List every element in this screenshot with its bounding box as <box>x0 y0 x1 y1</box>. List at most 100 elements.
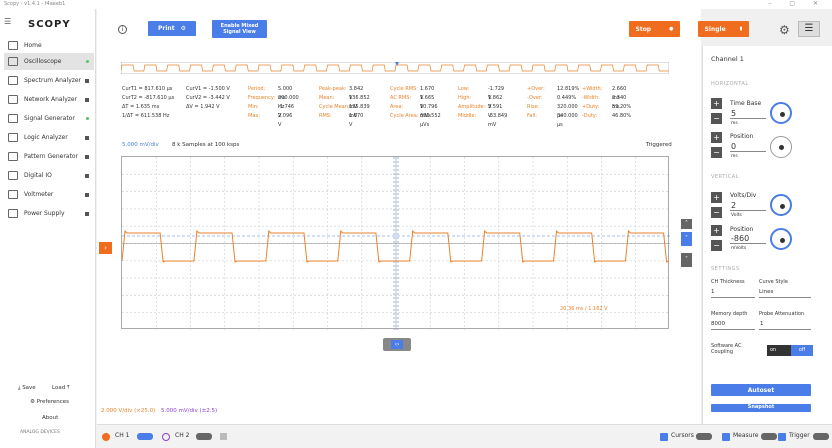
bottom-bar: CH 1 CH 2 Cursors Measure Trigger <box>97 424 832 448</box>
horizontal-section: HORIZONTAL <box>711 81 749 87</box>
sidebar-item-powersupply[interactable]: Power Supply <box>4 205 94 222</box>
thickness-select[interactable]: 1 <box>711 289 715 295</box>
hpos-plus-button[interactable]: + <box>711 132 722 143</box>
sidebar-item-network[interactable]: Network Analyzer <box>4 91 94 108</box>
home-icon <box>8 41 18 50</box>
ch2-color-icon[interactable] <box>162 433 170 441</box>
sidebar-item-label: Pattern Generator <box>24 153 78 160</box>
curve-select[interactable]: Lines <box>759 289 773 295</box>
measurement-row: Mean: 136.852 mV <box>319 94 370 110</box>
probe-input[interactable]: 1 <box>760 321 764 327</box>
hpos-knob[interactable] <box>770 136 792 158</box>
measurement-label: Frequency: <box>248 95 276 101</box>
input-underline <box>730 243 766 244</box>
load-icon: ⤒ <box>65 385 70 391</box>
sidebar-item-home[interactable]: Home <box>4 37 94 54</box>
ch2-scale: 5.000 mV/div (±2.5) <box>161 408 218 414</box>
ch1-offset-handle[interactable]: › <box>99 242 112 254</box>
vpos-plus-button[interactable]: + <box>711 225 722 236</box>
vdiv-minus-button[interactable]: − <box>711 207 722 218</box>
ch1-color-icon[interactable] <box>102 433 110 441</box>
measurement-row: High: 1.862 V <box>458 94 502 110</box>
ch2-toggle[interactable] <box>196 433 212 440</box>
measure-label[interactable]: Measure <box>733 432 759 439</box>
mixed-signal-button[interactable]: Enable Mixed Signal View <box>212 20 267 38</box>
measure-toggle[interactable] <box>761 433 777 440</box>
measurement-row: -Over: 0.449% <box>527 94 576 103</box>
trigger-down-handle[interactable]: ˅ <box>681 253 692 267</box>
timebase-unit[interactable]: ms <box>731 121 738 126</box>
trigger-checkbox[interactable] <box>778 433 786 441</box>
load-button[interactable]: Load ⤒ <box>52 385 69 392</box>
ch1-label[interactable]: CH 1 <box>115 432 129 439</box>
cursors-checkbox[interactable] <box>660 433 668 441</box>
menu-button[interactable]: ☰ <box>798 21 820 37</box>
preferences-button[interactable]: ⚙ Preferences <box>30 399 69 405</box>
measurement-row: +Duty: 53.20% <box>582 103 631 112</box>
title-bar: Scopy - v1.4.1 - f4aeeb1 <box>0 0 832 9</box>
measurement-row: Low: -1.729 V <box>458 85 504 101</box>
time-cursor-handle[interactable]: ‹› <box>383 338 411 351</box>
save-button[interactable]: ⤓ Save <box>18 385 36 392</box>
measurement-row: Max: 2.096 V <box>248 112 292 128</box>
timebase-input[interactable]: 5 <box>731 109 736 118</box>
vdiv-unit[interactable]: Volts <box>731 213 742 218</box>
about-button[interactable]: About <box>42 415 58 421</box>
hpos-unit[interactable]: ms <box>731 154 738 159</box>
menu-icon[interactable]: ☰ <box>4 17 11 26</box>
swac-toggle[interactable]: on off <box>767 345 813 356</box>
trigger-up-handle[interactable]: ˄ <box>681 219 692 229</box>
ch2-label[interactable]: CH 2 <box>175 432 189 439</box>
autoset-button[interactable]: Autoset <box>711 384 811 396</box>
window-controls[interactable]: – ▢ ✕ <box>768 0 826 7</box>
adi-logo: ANALOG DEVICES <box>20 430 60 435</box>
add-math-icon[interactable] <box>220 433 227 440</box>
timebase-knob[interactable] <box>770 102 792 124</box>
hpos-input[interactable]: 0 <box>731 142 736 151</box>
trigger-level-handle[interactable]: ˅ <box>681 232 692 246</box>
snapshot-button[interactable]: Snapshot <box>711 404 811 412</box>
measurement-column: Period: 5.000 ms Frequency: 200.000 Hz Min: -… <box>248 85 299 128</box>
sidebar-item-digitalio[interactable]: Digital IO <box>4 167 94 184</box>
timebase-minus-button[interactable]: − <box>711 113 722 124</box>
measurement-label: Min: <box>248 104 259 110</box>
vpos-input[interactable]: -860 <box>731 234 749 243</box>
vdiv-knob[interactable] <box>770 194 792 216</box>
stop-button[interactable]: Stop ● <box>629 21 680 37</box>
overview-frame <box>121 62 669 74</box>
vpos-knob[interactable] <box>770 228 792 250</box>
measurement-label: +Duty: <box>582 104 600 110</box>
trigger-label[interactable]: Trigger <box>789 432 810 439</box>
hpos-minus-button[interactable]: − <box>711 147 722 158</box>
sidebar-item-voltmeter[interactable]: Voltmeter <box>4 186 94 203</box>
sidebar-item-logic[interactable]: Logic Analyzer <box>4 129 94 146</box>
plot-area[interactable] <box>121 156 670 330</box>
sidebar-item-oscilloscope[interactable]: Oscilloscope <box>4 53 94 70</box>
vpos-minus-button[interactable]: − <box>711 240 722 251</box>
timebase-plus-button[interactable]: + <box>711 98 722 109</box>
ch1-toggle[interactable] <box>137 433 153 440</box>
status-indicator <box>85 173 89 178</box>
cursors-label[interactable]: Cursors <box>671 432 694 439</box>
vpos-unit[interactable]: mVolts <box>731 246 746 251</box>
memdepth-select[interactable]: 8000 <box>711 321 725 327</box>
print-button[interactable]: Print ⚙ <box>148 21 196 36</box>
single-button[interactable]: Single ▮ <box>698 21 749 37</box>
gear-icon[interactable]: ⚙ <box>779 23 790 37</box>
cursor-readout-line: CurV1 = -1.500 V <box>186 86 230 92</box>
toggle-off: off <box>791 345 813 356</box>
sidebar-item-siggen[interactable]: Signal Generator <box>4 110 94 127</box>
save-label: Save <box>22 385 36 391</box>
trigger-toggle[interactable] <box>813 433 829 440</box>
vdiv-input[interactable]: 2 <box>731 201 736 210</box>
info-icon[interactable]: i <box>118 25 127 34</box>
measurement-label: Period: <box>248 86 266 92</box>
sidebar-item-pattern[interactable]: Pattern Generator <box>4 148 94 165</box>
print-label: Print <box>158 25 175 32</box>
measure-checkbox[interactable] <box>722 433 730 441</box>
sidebar-item-spectrum[interactable]: Spectrum Analyzer <box>4 72 94 89</box>
vdiv-plus-button[interactable]: + <box>711 192 722 203</box>
preferences-label: Preferences <box>36 399 70 405</box>
cursors-toggle[interactable] <box>696 433 712 440</box>
measurement-row: Min: -1.746 V <box>248 103 294 119</box>
